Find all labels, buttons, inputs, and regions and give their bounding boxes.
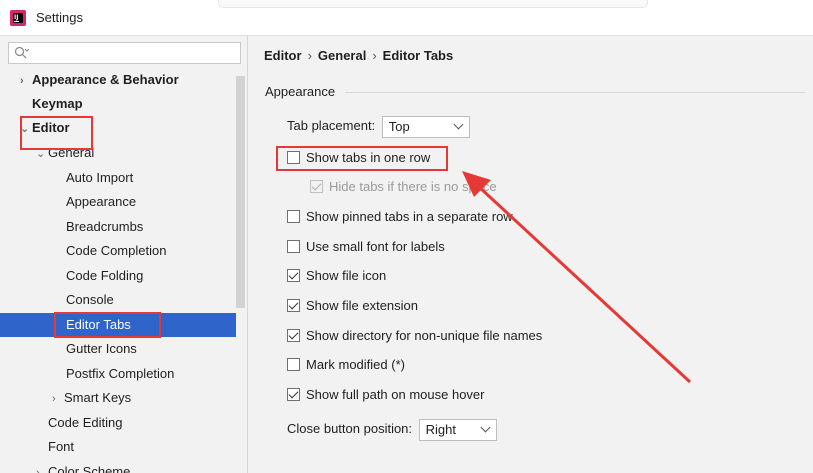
annotation-arrow (462, 171, 692, 384)
